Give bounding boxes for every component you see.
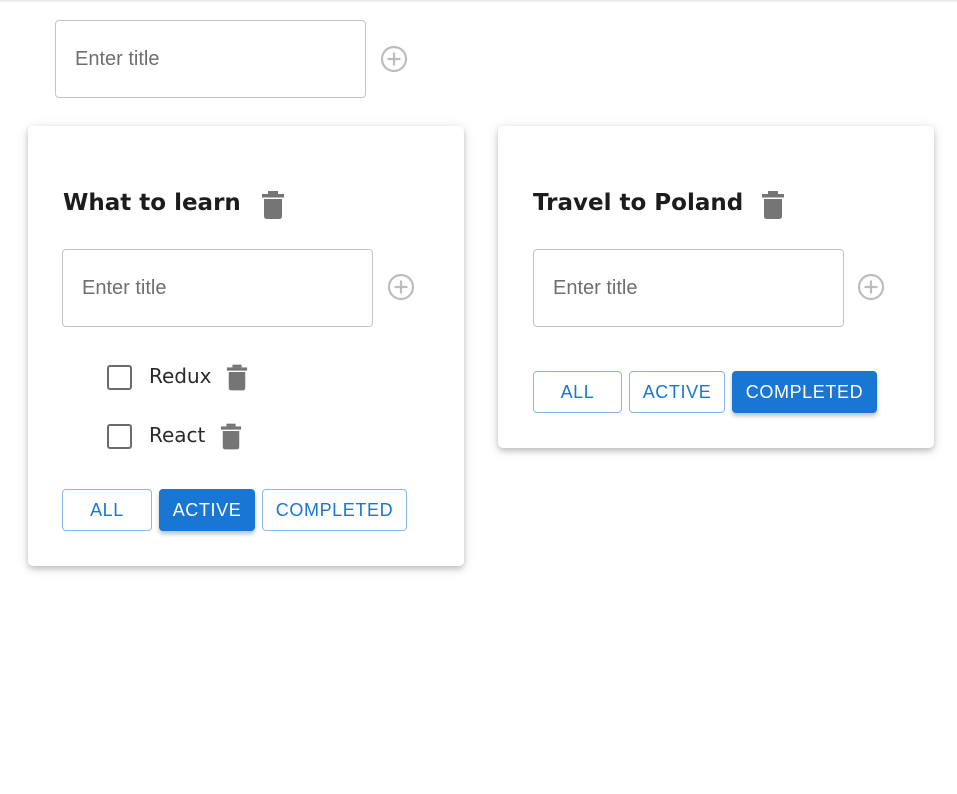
new-list-title-field[interactable] (55, 20, 366, 98)
new-list-title-input[interactable] (56, 21, 365, 97)
delete-list-button[interactable] (761, 191, 785, 224)
delete-list-button[interactable] (261, 191, 285, 224)
filter-completed-button[interactable]: COMPLETED (262, 489, 407, 531)
task-checkbox[interactable] (107, 424, 132, 449)
add-list-button[interactable] (379, 44, 409, 74)
todolist-title: What to learn (63, 190, 241, 216)
add-task-button[interactable] (386, 272, 416, 302)
new-task-title-input[interactable] (63, 250, 372, 326)
delete-task-button[interactable] (220, 423, 242, 455)
add-circle-outline-icon (380, 45, 408, 73)
todolist-card-travel-to-poland: Travel to Poland ALL ACTIVE COMPLETED (498, 126, 934, 448)
filter-all-button[interactable]: ALL (62, 489, 152, 531)
add-circle-outline-icon (857, 273, 885, 301)
filter-active-button[interactable]: ACTIVE (629, 371, 725, 413)
add-task-button[interactable] (856, 272, 886, 302)
add-circle-outline-icon (387, 273, 415, 301)
task-label: Redux (149, 364, 212, 388)
todolist-title: Travel to Poland (533, 190, 744, 216)
new-task-title-field[interactable] (62, 249, 373, 327)
filter-completed-button[interactable]: COMPLETED (732, 371, 877, 413)
filter-active-button[interactable]: ACTIVE (159, 489, 255, 531)
filter-all-button[interactable]: ALL (533, 371, 622, 413)
trash-icon (262, 191, 284, 219)
trash-icon (220, 423, 242, 450)
delete-task-button[interactable] (226, 364, 248, 396)
new-task-title-input[interactable] (534, 250, 843, 326)
trash-icon (762, 191, 784, 219)
task-item: React (28, 418, 464, 454)
new-task-title-field[interactable] (533, 249, 844, 327)
app-bar-shadow (0, 0, 957, 3)
trash-icon (226, 364, 248, 391)
task-label: React (149, 423, 206, 447)
task-item: Redux (28, 359, 464, 395)
todolist-card-what-to-learn: What to learn Redux React (28, 126, 464, 566)
task-checkbox[interactable] (107, 365, 132, 390)
